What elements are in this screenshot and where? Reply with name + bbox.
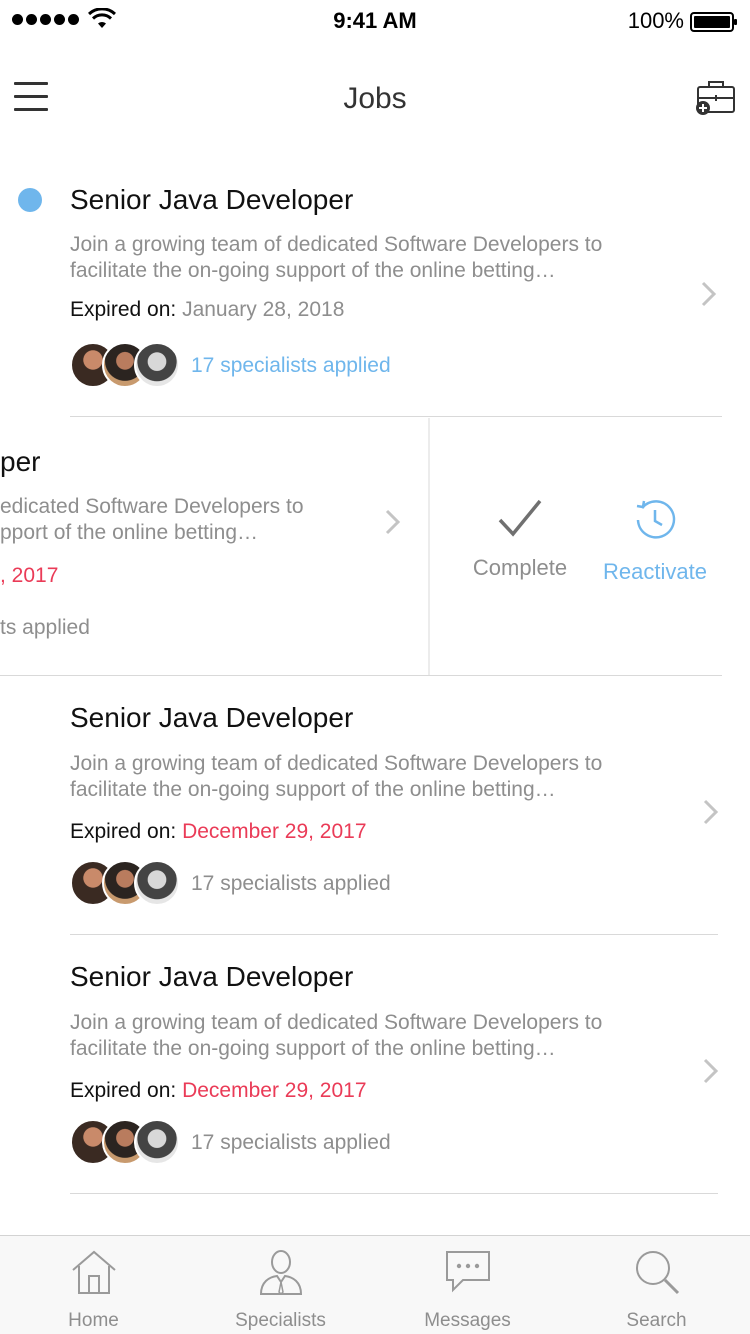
page-title: Jobs [343, 82, 407, 115]
job-description-line2: facilitate the on-going support of the o… [70, 259, 556, 282]
expiry-label: Expired on: [70, 298, 177, 321]
tab-search[interactable]: Search [563, 1236, 750, 1334]
tab-label: Specialists [235, 1310, 326, 1331]
expiry-date: January 28, 2018 [182, 298, 345, 321]
job-card[interactable]: Senior Java Developer Join a growing tea… [0, 160, 750, 418]
chevron-right-icon[interactable] [700, 280, 718, 308]
applicant-avatars [70, 1119, 180, 1165]
applied-count[interactable]: 17 specialists applied [191, 354, 391, 378]
specialist-icon [259, 1250, 302, 1296]
nav-bar: Jobs [0, 40, 750, 160]
expiry-label: Expired on: [70, 820, 177, 843]
avatar [134, 342, 180, 388]
job-expiry: Expired on: December 29, 2017 [70, 820, 367, 844]
checkmark-icon [498, 499, 542, 537]
reactivate-clock-icon [636, 500, 676, 539]
avatar [134, 860, 180, 906]
reactivate-label: Reactivate [603, 559, 707, 584]
tab-label: Messages [424, 1310, 511, 1331]
job-description-line1: Join a growing team of dedicated Softwar… [70, 1011, 603, 1034]
complete-button[interactable]: Complete [450, 498, 590, 581]
expiry-date: , 2017 [0, 564, 59, 587]
applied-count: ts applied [0, 616, 90, 639]
job-description-line1: Join a growing team of dedicated Softwar… [70, 752, 603, 775]
divider [70, 1193, 718, 1194]
new-job-briefcase-icon[interactable] [694, 78, 736, 116]
job-title: Senior Java Developer [70, 184, 354, 215]
battery-icon [690, 12, 737, 32]
job-description-line2: facilitate the on-going support of the o… [70, 778, 556, 801]
expiry-date: December 29, 2017 [182, 1079, 367, 1102]
home-icon [71, 1250, 116, 1294]
job-card[interactable]: Senior Java Developer Join a growing tea… [0, 676, 750, 935]
expiry-label: Expired on: [70, 1079, 177, 1102]
complete-label: Complete [472, 555, 568, 580]
tab-home[interactable]: Home [0, 1236, 187, 1334]
chevron-right-icon[interactable] [702, 1057, 720, 1085]
tab-bar: Home Specialists Messages Search [0, 1235, 750, 1334]
tab-label: Search [626, 1310, 687, 1331]
job-description-line1: edicated Software Developers to [0, 495, 304, 518]
job-description-line1: Join a growing team of dedicated Softwar… [70, 233, 603, 256]
status-bar: 9:41 AM 100% [0, 0, 750, 40]
applied-count[interactable]: 17 specialists applied [191, 872, 391, 896]
job-description-line2: pport of the online betting… [0, 521, 259, 544]
tab-specialists[interactable]: Specialists [187, 1236, 374, 1334]
applied-count[interactable]: 17 specialists applied [191, 1131, 391, 1155]
search-icon [635, 1251, 679, 1295]
job-expiry: , 2017 [0, 564, 58, 588]
divider [70, 416, 722, 417]
tab-label: Home [68, 1310, 119, 1331]
job-card[interactable]: Senior Java Developer Join a growing tea… [0, 935, 750, 1194]
swipe-actions: Complete Reactivate [428, 418, 750, 676]
job-title: Senior Java Developer [70, 702, 354, 733]
job-title: Senior Java Developer [70, 961, 354, 992]
job-card-swiped[interactable]: per edicated Software Developers to ppor… [0, 418, 750, 676]
expiry-date: December 29, 2017 [182, 820, 367, 843]
reactivate-button[interactable]: Reactivate [580, 498, 730, 585]
tab-messages[interactable]: Messages [374, 1236, 561, 1334]
job-expiry: Expired on: December 29, 2017 [70, 1079, 367, 1103]
unread-dot [18, 188, 42, 212]
applicant-avatars [70, 342, 180, 388]
battery-percent: 100% [627, 8, 684, 33]
chevron-right-icon[interactable] [702, 798, 720, 826]
chevron-right-icon[interactable] [384, 508, 402, 536]
chat-icon [445, 1251, 490, 1293]
job-description-line2: facilitate the on-going support of the o… [70, 1037, 556, 1060]
avatar [134, 1119, 180, 1165]
job-expiry: Expired on: January 28, 2018 [70, 298, 344, 322]
applicant-avatars [70, 860, 180, 906]
job-title: per [0, 446, 41, 477]
